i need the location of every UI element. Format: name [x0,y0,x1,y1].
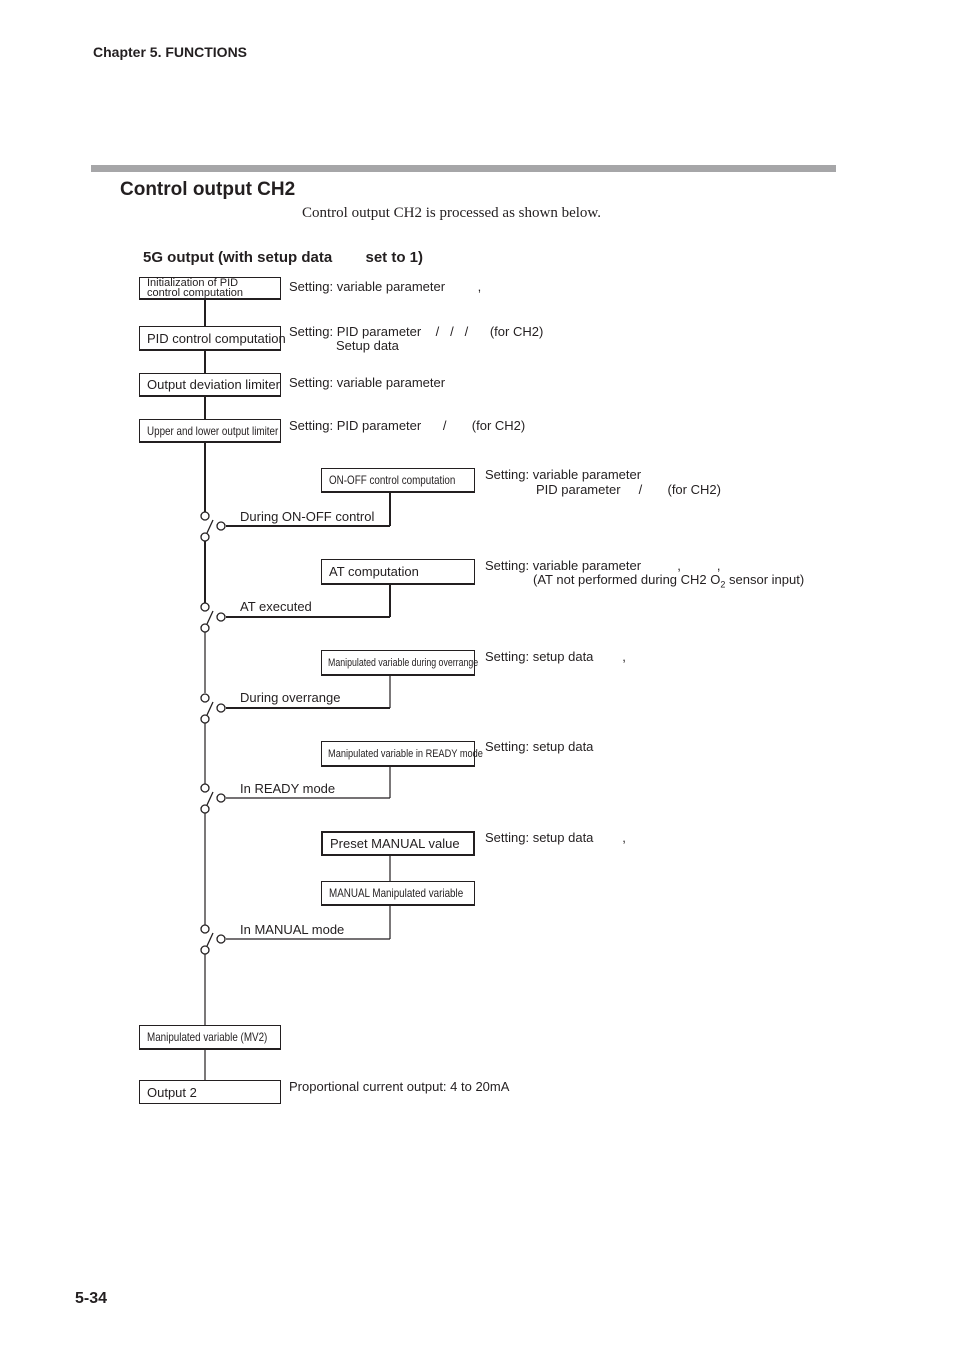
switch-label-overrange: During overrange [240,690,341,705]
block-label: Manipulated variable (MV2) [147,1030,268,1044]
block-label: Output 2 [147,1084,197,1100]
block-mv2: Manipulated variable (MV2) [139,1025,281,1050]
switch-label-on-off: During ON-OFF control [240,509,375,524]
block-preset-manual: Preset MANUAL value [321,831,475,856]
note-manual: Setting: setup data , [485,830,626,845]
block-output-deviation-limiter: Output deviation limiter [139,373,281,397]
switch-manual-icon [200,924,226,955]
note-init-pid: Setting: variable parameter , [289,279,482,294]
note-output-2: Proportional current output: 4 to 20mA [289,1079,510,1094]
block-label: Manipulated variable during overrange [328,656,479,669]
switch-at-icon [200,602,226,633]
note-overrange: Setting: setup data , [485,649,626,664]
block-on-off-computation: ON-OFF control computation [321,468,475,493]
switch-ready-icon [200,783,226,814]
block-manual-mv: MANUAL Manipulated variable [321,881,475,906]
block-at-computation: AT computation [321,559,475,585]
note-on-off: Setting: variable parameter [485,467,642,482]
note-ready: Setting: setup data [485,739,594,754]
note-text: (AT not performed during CH2 O [533,572,721,587]
switch-label-ready: In READY mode [240,781,336,796]
block-label: Manipulated variable in READY mode [328,747,483,760]
switch-overrange-icon [200,693,226,724]
block-ready-mv: Manipulated variable in READY mode [321,741,483,767]
block-label: Preset MANUAL value [330,836,460,851]
block-overrange-mv: Manipulated variable during overrange [321,650,479,676]
block-init-pid: Initialization of PID control computatio… [139,277,281,300]
switch-on-off-icon [200,511,226,542]
block-label: ON-OFF control computation [329,473,456,487]
block-pid-computation: PID control computation [139,326,286,351]
block-output-2: Output 2 [139,1080,281,1104]
note-at: Setting: variable parameter , , [485,558,721,573]
block-label: AT computation [329,564,419,579]
block-label: Output deviation limiter [147,377,280,392]
note-output-deviation-limiter: Setting: variable parameter [289,375,446,390]
block-label: Upper and lower output limiter [147,423,279,438]
note-pid-computation-2: Setup data [336,338,399,353]
note-output-limiter: Setting: PID parameter / (for CH2) [289,418,526,433]
note-at-2: (AT not performed during CH2 O2 sensor i… [533,572,804,590]
note-on-off-2: PID parameter / (for CH2) [536,482,721,497]
page-number: 5-34 [75,1290,108,1307]
diagram-wires [200,299,391,1081]
block-output-limiter: Upper and lower output limiter [139,419,281,443]
switch-label-manual: In MANUAL mode [240,922,345,937]
block-label: control computation [147,287,243,299]
note-pid-computation: Setting: PID parameter / / / (for CH2) [289,324,544,339]
block-label: MANUAL Manipulated variable [329,886,464,900]
switch-label-at: AT executed [240,599,312,614]
note-text: sensor input) [725,572,805,587]
block-label: PID control computation [147,330,286,346]
